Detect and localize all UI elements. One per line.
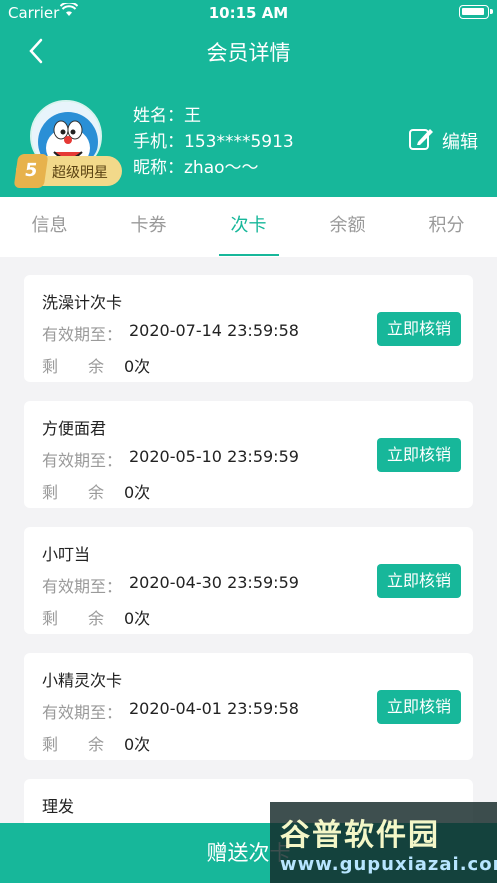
card-expiry: 2020-04-30 23:59:59 — [129, 573, 299, 592]
list-item: 小精灵次卡 有效期至： 2020-04-01 23:59:58 剩余 0次 立即… — [24, 653, 473, 760]
tab-info[interactable]: 信息 — [0, 197, 99, 257]
expiry-label: 有效期至： — [42, 577, 123, 596]
member-phone: 手机：153****5913 — [133, 132, 294, 152]
watermark: 谷普软件园 www.gupuxiazai.com — [270, 802, 497, 883]
card-expiry: 2020-07-14 23:59:58 — [129, 321, 299, 340]
remaining-label: 剩余 — [42, 483, 135, 502]
card-name: 小叮当 — [42, 545, 91, 564]
list-item: 方便面君 有效期至： 2020-05-10 23:59:59 剩余 0次 立即核… — [24, 401, 473, 508]
edit-icon — [409, 129, 433, 150]
edit-button[interactable]: 编辑 — [408, 124, 480, 154]
verify-button[interactable]: 立即核销 — [377, 312, 461, 346]
card-name: 小精灵次卡 — [42, 671, 123, 690]
card-name: 洗澡计次卡 — [42, 293, 123, 312]
edit-label: 编辑 — [442, 132, 478, 153]
clock: 10:15 AM — [208, 4, 289, 22]
card-expiry: 2020-04-01 23:59:58 — [129, 699, 299, 718]
expiry-label: 有效期至： — [42, 451, 123, 470]
badge-level-number: 5 — [23, 160, 39, 181]
badge-level-icon: 5 — [13, 154, 49, 188]
list-item: 小叮当 有效期至： 2020-04-30 23:59:59 剩余 0次 立即核销 — [24, 527, 473, 634]
expiry-label: 有效期至： — [42, 703, 123, 722]
remaining-label: 剩余 — [42, 609, 135, 628]
verify-button[interactable]: 立即核销 — [377, 438, 461, 472]
status-bar: Carrier 10:15 AM — [0, 0, 497, 26]
member-name: 姓名：王 — [133, 106, 201, 126]
expiry-label: 有效期至： — [42, 325, 123, 344]
tab-balance[interactable]: 余额 — [298, 197, 397, 257]
list-item: 洗澡计次卡 有效期至： 2020-07-14 23:59:58 剩余 0次 立即… — [24, 275, 473, 382]
remaining-label: 剩余 — [42, 357, 135, 376]
verify-button[interactable]: 立即核销 — [377, 564, 461, 598]
badge-label: 超级明星 — [52, 165, 108, 181]
verify-button[interactable]: 立即核销 — [377, 690, 461, 724]
navigation-bar: 会员详情 — [0, 26, 497, 74]
tab-points[interactable]: 积分 — [397, 197, 496, 257]
tab-bar: 信息 卡券 次卡 余额 积分 — [0, 197, 497, 257]
active-tab-indicator — [219, 254, 279, 256]
card-remaining: 0次 — [124, 735, 151, 754]
card-expiry: 2020-05-10 23:59:59 — [129, 447, 299, 466]
card-name: 方便面君 — [42, 419, 107, 438]
tab-coupons[interactable]: 卡券 — [99, 197, 198, 257]
watermark-title: 谷普软件园 — [280, 818, 440, 853]
card-name: 理发 — [42, 797, 75, 816]
member-nickname: 昵称：zhao～～ — [133, 158, 259, 178]
remaining-label: 剩余 — [42, 735, 135, 754]
page-title: 会员详情 — [206, 41, 291, 65]
watermark-url: www.gupuxiazai.com — [280, 854, 497, 875]
battery-icon — [459, 5, 493, 19]
card-remaining: 0次 — [124, 483, 151, 502]
times-card-list[interactable]: 洗澡计次卡 有效期至： 2020-07-14 23:59:58 剩余 0次 立即… — [0, 257, 497, 823]
card-remaining: 0次 — [124, 609, 151, 628]
card-remaining: 0次 — [124, 357, 151, 376]
header: Carrier 10:15 AM 会员详情 5 超级明星 姓名：王 手机：153… — [0, 0, 497, 197]
tab-times-card[interactable]: 次卡 — [199, 197, 298, 257]
